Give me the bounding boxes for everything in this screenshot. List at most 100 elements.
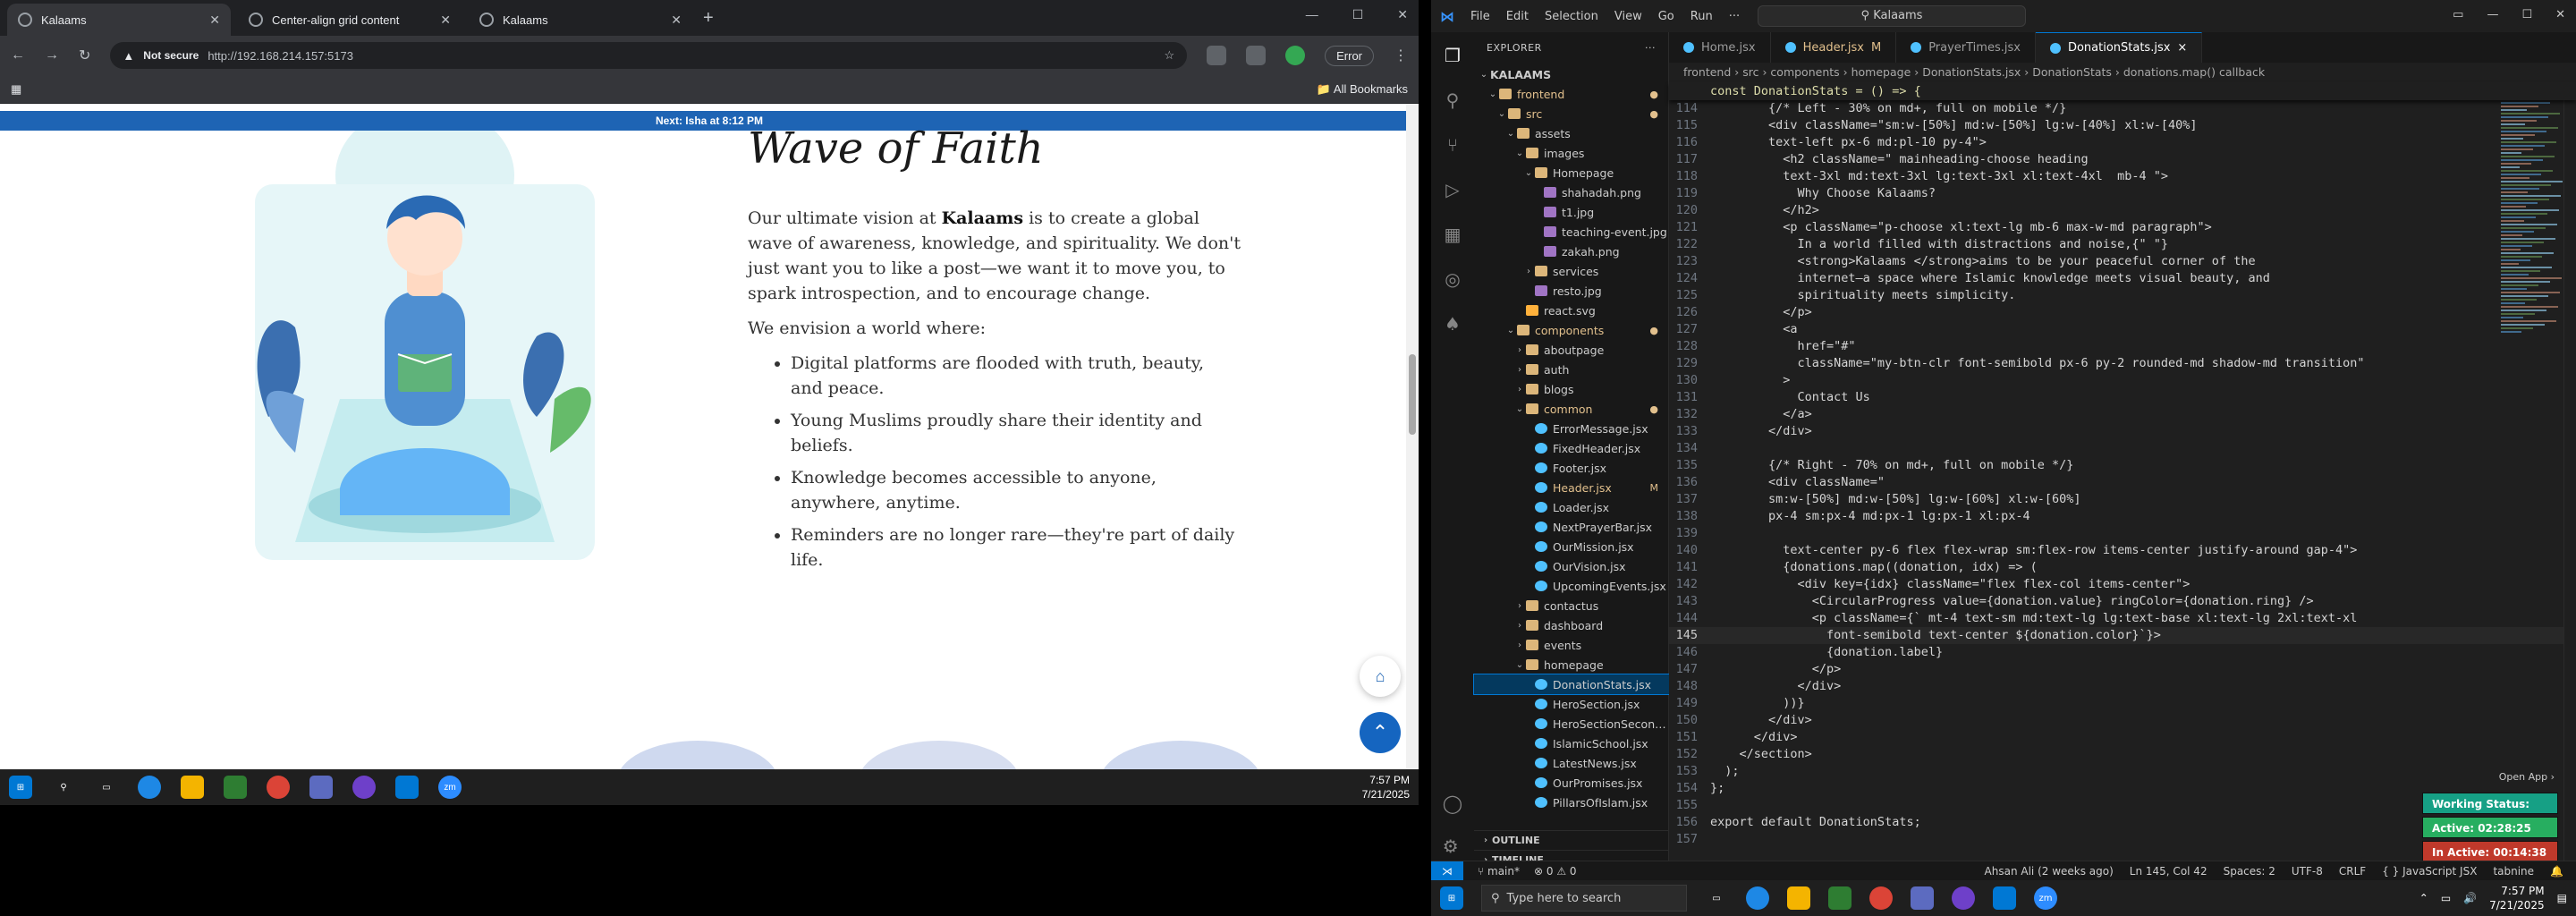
zoom-icon[interactable]: zm <box>438 776 462 799</box>
new-tab-icon[interactable]: + <box>703 8 714 29</box>
tree-item[interactable]: › blogs <box>1474 379 1669 399</box>
clock[interactable]: 7:57 PM 7/21/2025 <box>2489 884 2545 912</box>
menu-view[interactable]: View <box>1614 10 1642 23</box>
maximize-icon[interactable]: ☐ <box>1352 7 1364 22</box>
code-line[interactable]: 136 <div className=" <box>1669 474 2576 491</box>
tree-item[interactable]: ⌄ Homepage <box>1474 163 1669 182</box>
command-center[interactable]: ⚲ Kalaams <box>1758 5 2026 27</box>
explorer-icon[interactable]: ❐ <box>1445 45 1461 66</box>
bell-icon[interactable]: 🔔 <box>2550 865 2563 878</box>
code-line[interactable]: 118 text-3xl md:text-3xl lg:text-3xl xl:… <box>1669 168 2576 185</box>
minimize-icon[interactable]: — <box>2487 8 2498 21</box>
reload-icon[interactable]: ↻ <box>79 47 90 64</box>
code-line[interactable]: 127 <a <box>1669 321 2576 338</box>
all-bookmarks-button[interactable]: 📁 All Bookmarks <box>1317 82 1408 97</box>
tree-item[interactable]: OurPromises.jsx <box>1474 773 1669 793</box>
github-icon[interactable] <box>352 776 376 799</box>
close-icon[interactable]: × <box>2177 41 2187 55</box>
tree-item[interactable]: FixedHeader.jsx <box>1474 438 1669 458</box>
star-icon[interactable]: ☆ <box>1164 48 1174 63</box>
code-line[interactable]: 142 <div key={idx} className="flex flex-… <box>1669 576 2576 593</box>
address-bar[interactable]: ▲ Not secure http://192.168.214.157:5173… <box>110 42 1188 69</box>
menu-run[interactable]: Run <box>1690 10 1713 23</box>
extension-icon[interactable] <box>1207 46 1227 65</box>
edge-icon[interactable] <box>1746 886 1769 910</box>
code-line[interactable]: 141 {donations.map((donation, idx) => ( <box>1669 559 2576 576</box>
store-icon[interactable] <box>224 776 247 799</box>
code-line[interactable]: 115 <div className="sm:w-[50%] md:w-[50%… <box>1669 117 2576 134</box>
menu-file[interactable]: File <box>1470 10 1490 23</box>
mongodb-leaf-icon[interactable]: ♠ <box>1445 313 1461 335</box>
tree-item[interactable]: ErrorMessage.jsx <box>1474 419 1669 438</box>
error-button[interactable]: Error <box>1325 45 1374 66</box>
forward-icon[interactable]: → <box>45 47 59 64</box>
code-line[interactable]: 122 In a world filled with distractions … <box>1669 236 2576 253</box>
tree-item[interactable]: ⌄ images <box>1474 143 1669 163</box>
tree-item[interactable]: resto.jpg <box>1474 281 1669 301</box>
tree-item[interactable]: NextPrayerBar.jsx <box>1474 517 1669 537</box>
code-line[interactable]: 152 </section> <box>1669 746 2576 763</box>
tree-item[interactable]: HeroSection.jsx <box>1474 694 1669 714</box>
tree-item[interactable]: HeroSectionSecond.j... <box>1474 714 1669 734</box>
kebab-menu-icon[interactable]: ⋮ <box>1394 47 1408 64</box>
code-line[interactable]: 134 <box>1669 440 2576 457</box>
search-icon[interactable]: ⚲ <box>52 776 75 799</box>
tree-item[interactable]: OurMission.jsx <box>1474 537 1669 556</box>
tree-item[interactable]: UpcomingEvents.jsx <box>1474 576 1669 596</box>
taskbar-search[interactable]: ⚲ Type here to search <box>1481 885 1687 912</box>
task-view-icon[interactable]: ▭ <box>1705 886 1728 910</box>
scroll-up-icon[interactable]: ⌃ <box>1360 712 1401 753</box>
tree-item[interactable]: ⌄ frontend ● <box>1474 84 1669 104</box>
tab-header[interactable]: Header.jsx M <box>1771 32 1897 63</box>
app-icon[interactable] <box>1911 886 1934 910</box>
source-control-icon[interactable]: ⑂ <box>1447 134 1458 156</box>
code-line[interactable]: 137 sm:w-[50%] md:w-[50%] lg:w-[60%] xl:… <box>1669 491 2576 508</box>
github-icon[interactable]: ◎ <box>1445 268 1460 290</box>
windows-start-icon[interactable]: ⊞ <box>1440 886 1463 910</box>
tree-item[interactable]: Header.jsx M <box>1474 478 1669 497</box>
code-line[interactable]: 146 {donation.label} <box>1669 644 2576 661</box>
back-to-top-icon[interactable]: ⌂ <box>1360 656 1401 697</box>
code-line[interactable]: 132 </a> <box>1669 406 2576 423</box>
code-line[interactable]: 138 px-4 sm:px-4 md:px-1 lg:px-1 xl:px-4 <box>1669 508 2576 525</box>
problems-indicator[interactable]: ⊗ 0 ⚠ 0 <box>1534 865 1577 878</box>
minimap[interactable] <box>2501 82 2563 369</box>
app-icon[interactable] <box>309 776 333 799</box>
code-line[interactable]: 131 Contact Us <box>1669 389 2576 406</box>
tree-item[interactable]: Footer.jsx <box>1474 458 1669 478</box>
tree-item[interactable]: ⌄ homepage <box>1474 655 1669 674</box>
tree-item[interactable]: ⌄ src ● <box>1474 104 1669 123</box>
browser-tab-1[interactable]: Kalaams ✕ <box>7 4 231 36</box>
tab-donationstats[interactable]: DonationStats.jsx × <box>2035 32 2203 63</box>
code-line[interactable]: 126 </p> <box>1669 304 2576 321</box>
code-line[interactable]: 148 </div> <box>1669 678 2576 695</box>
edge-icon[interactable] <box>138 776 161 799</box>
code-line[interactable]: 124 internet—a space where Islamic knowl… <box>1669 270 2576 287</box>
code-line[interactable]: 150 </div> <box>1669 712 2576 729</box>
remote-icon[interactable]: ⋊ <box>1431 861 1463 881</box>
code-line[interactable]: 139 <box>1669 525 2576 542</box>
tree-item[interactable]: teaching-event.jpg <box>1474 222 1669 242</box>
profile-avatar[interactable] <box>1285 46 1306 65</box>
close-window-icon[interactable]: ✕ <box>1397 7 1408 22</box>
tree-item[interactable]: › contactus <box>1474 596 1669 615</box>
tree-item[interactable]: › dashboard <box>1474 615 1669 635</box>
task-view-icon[interactable]: ▭ <box>95 776 118 799</box>
clock[interactable]: 7:57 PM 7/21/2025 <box>1362 773 1410 802</box>
chrome-icon[interactable] <box>267 776 290 799</box>
code-line[interactable]: 114 {/* Left - 30% on md+, full on mobil… <box>1669 100 2576 117</box>
code-line[interactable]: 121 <p className="p-choose xl:text-lg mb… <box>1669 219 2576 236</box>
indentation[interactable]: Spaces: 2 <box>2224 865 2275 878</box>
tree-item[interactable]: › auth <box>1474 360 1669 379</box>
tab-prayertimes[interactable]: PrayerTimes.jsx <box>1896 32 2036 63</box>
volume-icon[interactable]: 🔊 <box>2463 892 2477 904</box>
file-explorer-icon[interactable] <box>181 776 204 799</box>
maximize-icon[interactable]: ☐ <box>2521 8 2532 21</box>
editor-scrollbar[interactable] <box>2563 82 2576 869</box>
code-line[interactable]: 123 <strong>Kalaams </strong>aims to be … <box>1669 253 2576 270</box>
vscode-icon[interactable] <box>395 776 419 799</box>
scrollbar-thumb[interactable] <box>1409 354 1416 435</box>
code-line[interactable]: 143 <CircularProgress value={donation.va… <box>1669 593 2576 610</box>
code-line[interactable]: 117 <h2 className=" mainheading-choose h… <box>1669 151 2576 168</box>
vscode-icon[interactable] <box>1993 886 2016 910</box>
